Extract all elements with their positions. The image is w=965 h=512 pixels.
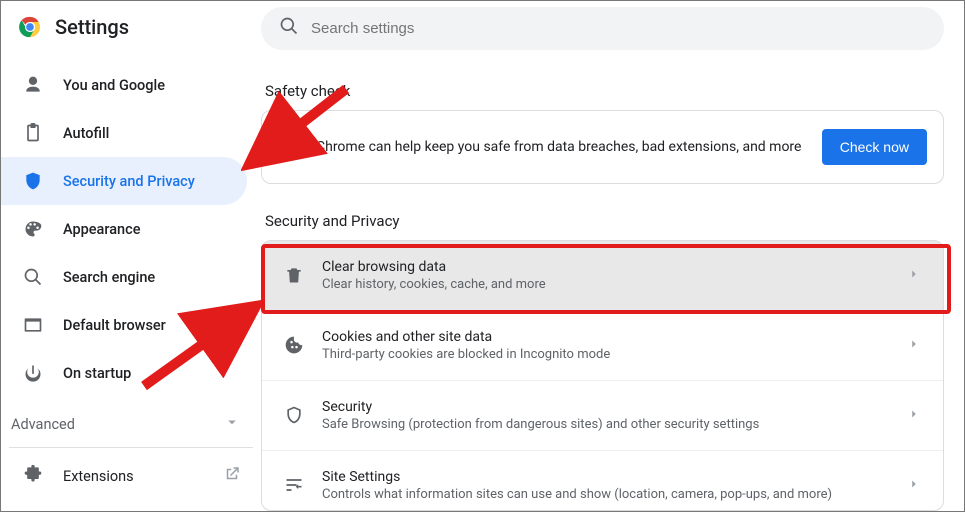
extension-icon <box>23 464 43 488</box>
safety-message: Chrome can help keep you safe from data … <box>316 139 806 155</box>
chevron-down-icon <box>223 413 241 435</box>
sidebar-item-label: You and Google <box>63 77 229 94</box>
advanced-toggle[interactable]: Advanced <box>1 403 261 445</box>
privacy-list: Clear browsing data Clear history, cooki… <box>261 240 944 512</box>
safety-check-card: Chrome can help keep you safe from data … <box>261 110 944 184</box>
sidebar-item-label: On startup <box>63 365 229 382</box>
sidebar-item-label: Security and Privacy <box>63 173 229 190</box>
check-now-button[interactable]: Check now <box>822 129 927 165</box>
sidebar-item-on-startup[interactable]: On startup <box>1 349 247 397</box>
palette-icon <box>23 219 43 239</box>
shield-check-icon <box>278 134 300 160</box>
section-title-safety: Safety check <box>265 82 944 100</box>
tune-icon <box>284 475 304 495</box>
sidebar-item-appearance[interactable]: Appearance <box>1 205 247 253</box>
row-sub: Clear history, cookies, cache, and more <box>322 277 889 292</box>
chevron-right-icon <box>907 336 921 355</box>
sidebar-item-autofill[interactable]: Autofill <box>1 109 247 157</box>
row-title: Site Settings <box>322 469 889 485</box>
shield-icon <box>284 405 304 425</box>
list-item-cookies[interactable]: Cookies and other site data Third-party … <box>262 310 943 380</box>
cookie-icon <box>284 335 304 355</box>
chevron-right-icon <box>907 476 921 495</box>
sidebar-item-you-and-google[interactable]: You and Google <box>1 61 247 109</box>
power-icon <box>23 363 43 383</box>
extensions-label: Extensions <box>63 468 134 485</box>
open-in-new-icon <box>223 465 241 487</box>
section-title-privacy: Security and Privacy <box>265 212 944 230</box>
row-title: Cookies and other site data <box>322 329 889 345</box>
search-icon <box>279 16 299 40</box>
trash-icon <box>284 265 304 285</box>
row-sub: Controls what information sites can use … <box>322 487 889 502</box>
chrome-logo-icon <box>19 16 41 38</box>
chevron-right-icon <box>907 266 921 285</box>
search-input[interactable] <box>311 20 926 37</box>
list-item-site-settings[interactable]: Site Settings Controls what information … <box>262 450 943 512</box>
row-title: Security <box>322 399 889 415</box>
sidebar-item-label: Autofill <box>63 125 229 142</box>
search-icon <box>23 267 43 287</box>
sidebar-item-search-engine[interactable]: Search engine <box>1 253 247 301</box>
row-sub: Safe Browsing (protection from dangerous… <box>322 417 889 432</box>
sidebar-item-extensions[interactable]: Extensions <box>1 450 261 492</box>
browser-icon <box>23 315 43 335</box>
sidebar-item-label: Default browser <box>63 317 229 334</box>
sidebar-item-default-browser[interactable]: Default browser <box>1 301 247 349</box>
chevron-right-icon <box>907 406 921 425</box>
advanced-label: Advanced <box>11 416 75 433</box>
clipboard-icon <box>23 123 43 143</box>
sidebar-item-label: Appearance <box>63 221 229 238</box>
person-icon <box>23 75 43 95</box>
sidebar: Settings You and Google Autofill Securit… <box>1 1 261 511</box>
page-title: Settings <box>55 15 129 39</box>
shield-icon <box>23 171 43 191</box>
main-content: Safety check Chrome can help keep you sa… <box>261 1 964 511</box>
sidebar-nav: You and Google Autofill Security and Pri… <box>1 61 261 397</box>
list-item-security[interactable]: Security Safe Browsing (protection from … <box>262 380 943 450</box>
search-settings[interactable] <box>261 7 944 50</box>
sidebar-item-security-privacy[interactable]: Security and Privacy <box>1 157 247 205</box>
sidebar-item-label: Search engine <box>63 269 229 286</box>
row-title: Clear browsing data <box>322 259 889 275</box>
app-header: Settings <box>1 7 261 55</box>
divider <box>9 447 253 448</box>
row-sub: Third-party cookies are blocked in Incog… <box>322 347 889 362</box>
list-item-clear-browsing-data[interactable]: Clear browsing data Clear history, cooki… <box>262 241 943 310</box>
